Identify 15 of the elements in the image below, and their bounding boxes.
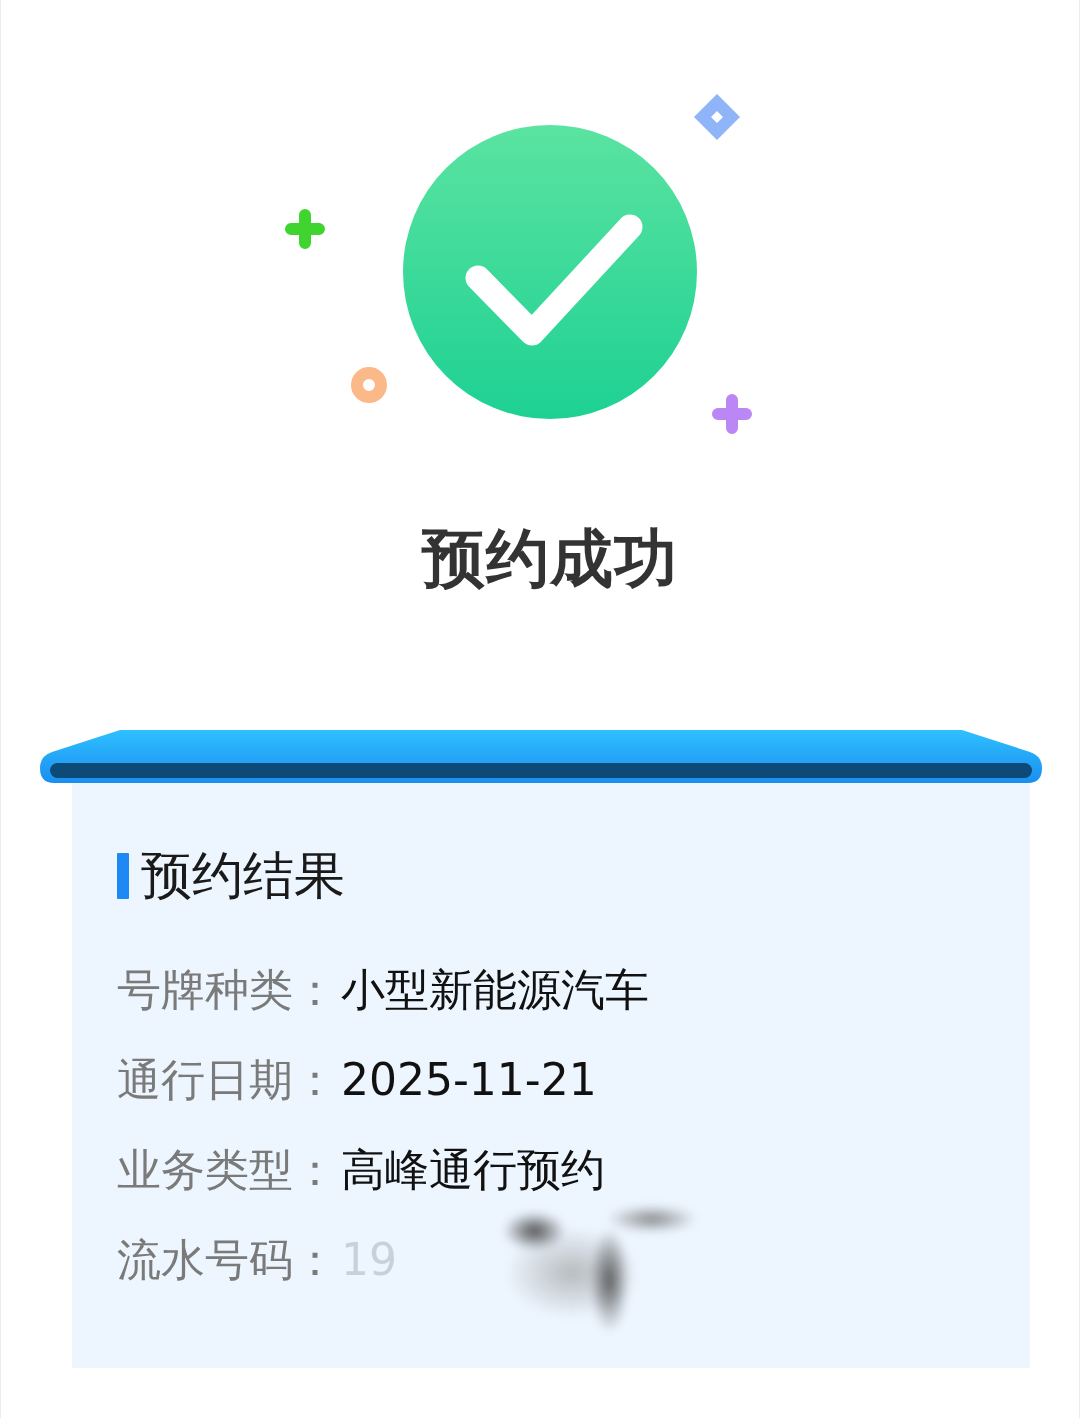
card-heading: 预约结果 (141, 845, 345, 906)
field-label: 流水号码： (117, 1233, 337, 1287)
ring-icon (351, 367, 387, 403)
field-label: 号牌种类： (117, 963, 337, 1017)
accent-bar (117, 852, 129, 899)
success-title: 预约成功 (422, 521, 678, 597)
field-value: 小型新能源汽车 (341, 963, 649, 1017)
plus-icon (285, 209, 325, 249)
field-label: 通行日期： (117, 1053, 337, 1107)
success-check-icon (403, 125, 697, 419)
diamond-icon (694, 94, 740, 140)
field-label: 业务类型： (117, 1143, 337, 1197)
field-value: 2025-11-21 (341, 1053, 597, 1107)
plus-icon (712, 394, 752, 434)
field-value: 高峰通行预约 (341, 1143, 605, 1197)
